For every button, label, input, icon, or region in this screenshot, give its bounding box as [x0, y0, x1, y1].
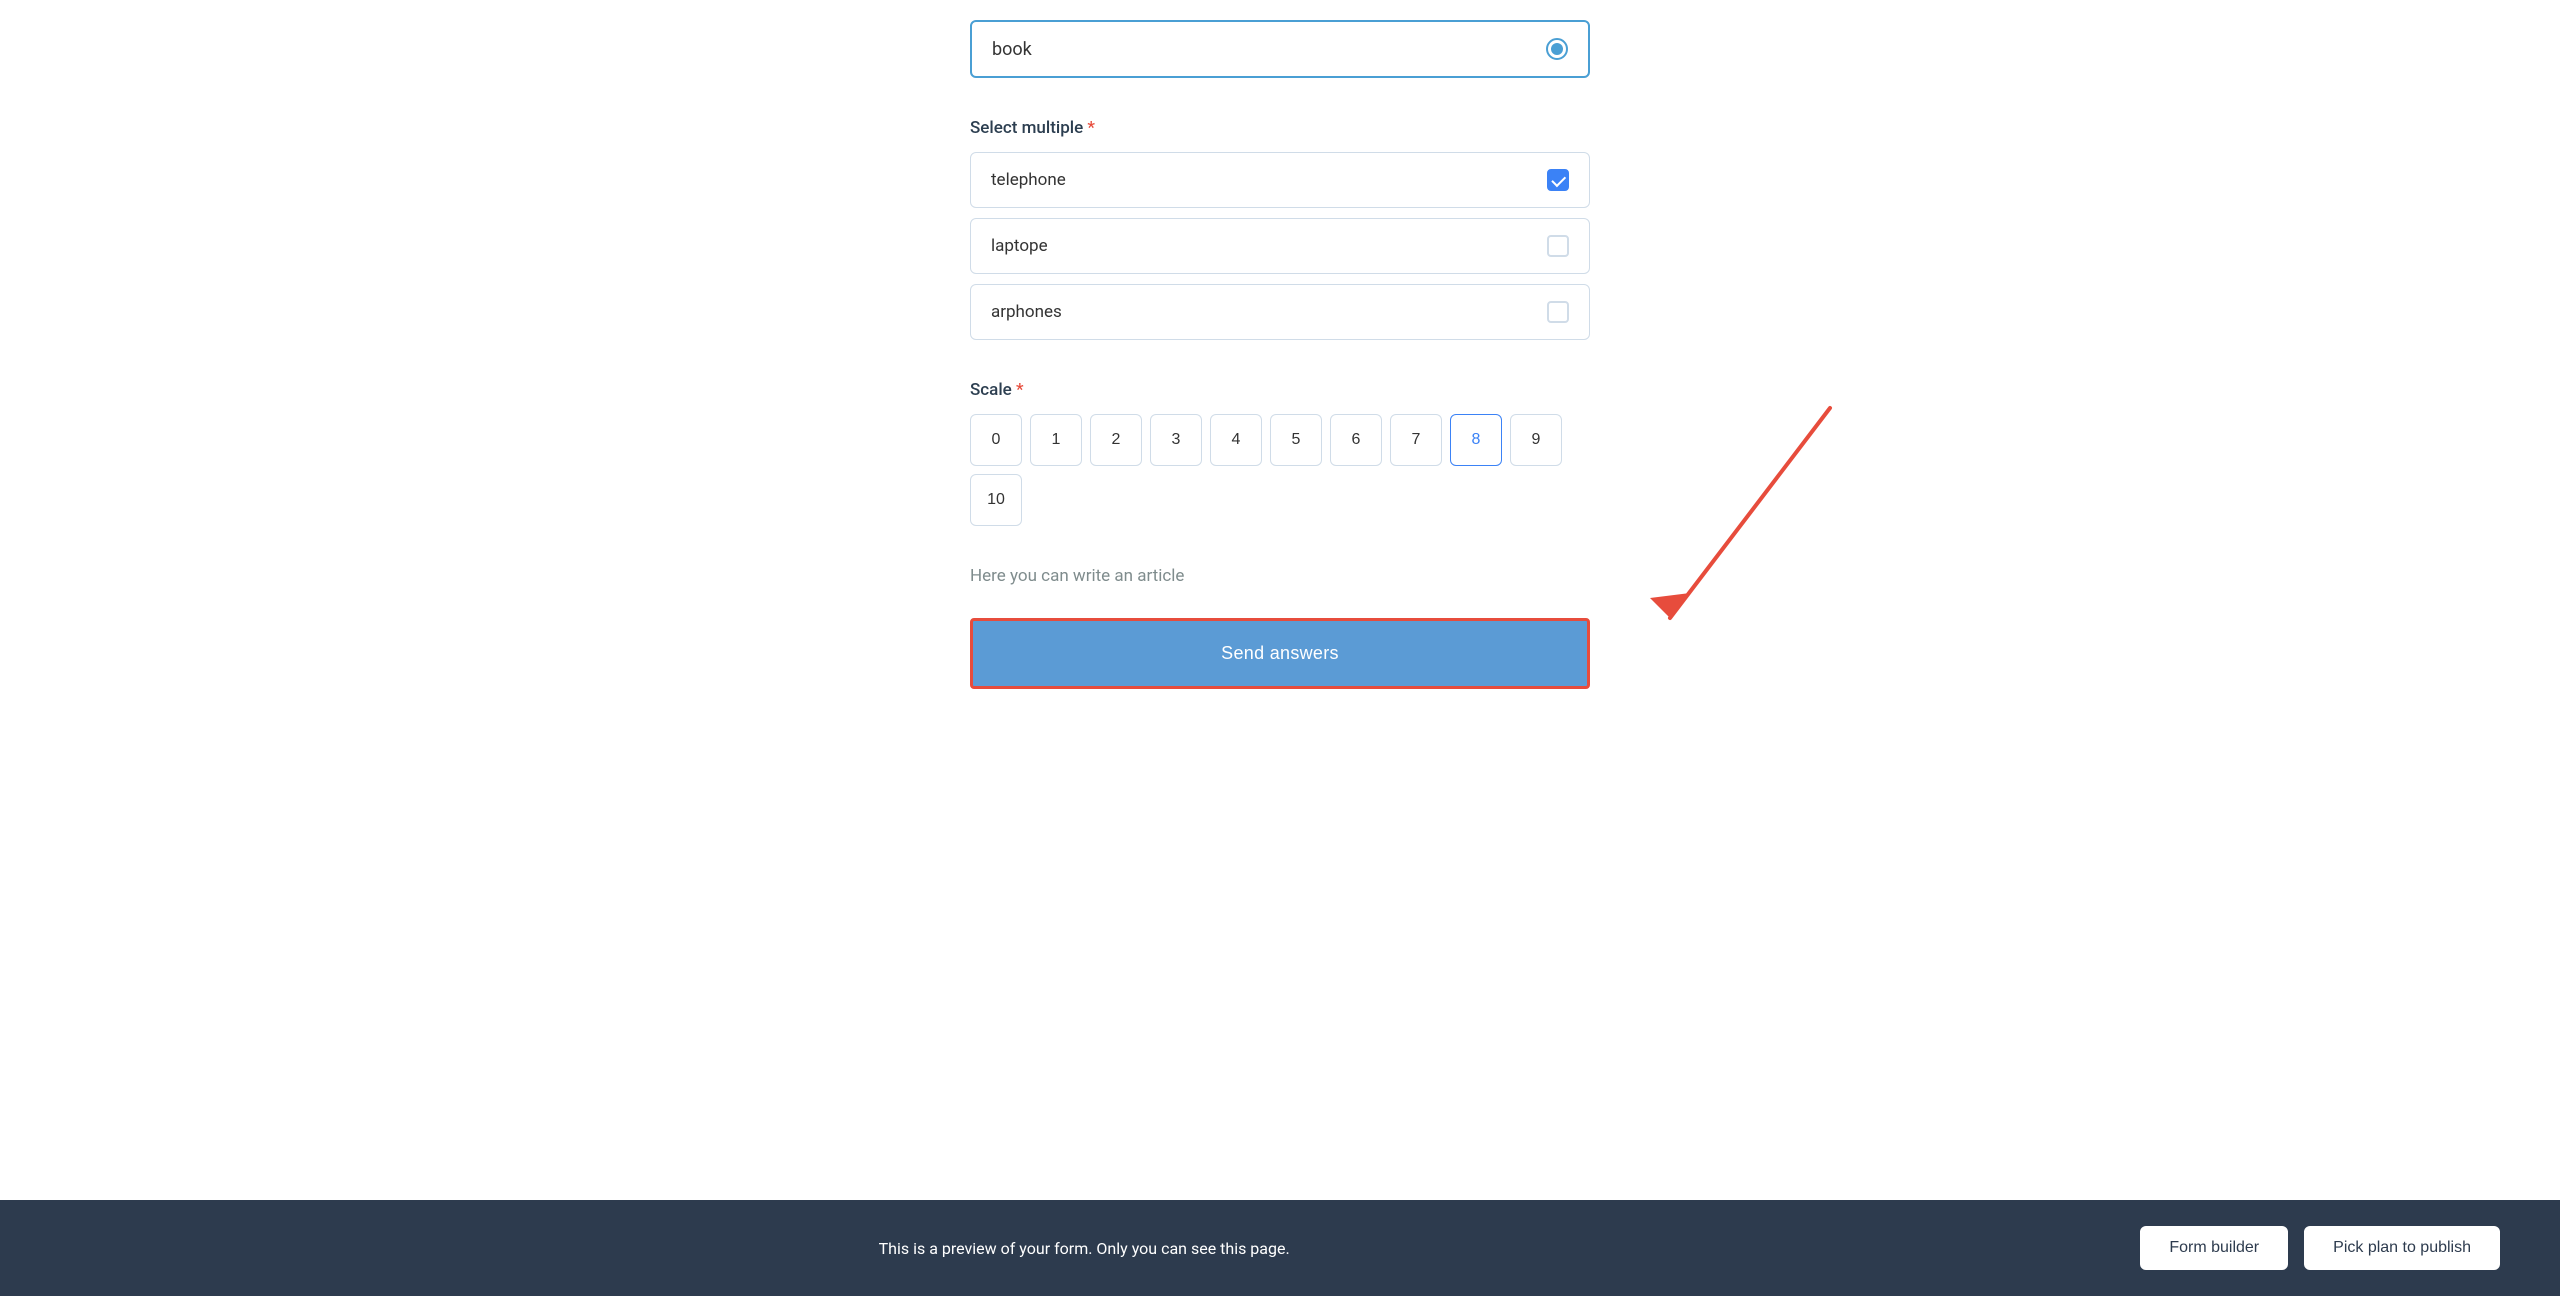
checkbox-option-arphones[interactable]: arphones [970, 284, 1590, 340]
article-placeholder: Here you can write an article [970, 566, 1590, 586]
footer-actions: Form builder Pick plan to publish [2140, 1226, 2500, 1270]
arrow-annotation [1590, 398, 1870, 658]
checkbox-telephone[interactable] [1547, 169, 1569, 191]
select-multiple-section: Select multiple * telephone laptope arph… [970, 118, 1590, 340]
scale-required-star: * [1012, 380, 1024, 400]
form-builder-button[interactable]: Form builder [2140, 1226, 2288, 1270]
checkbox-option-laptope[interactable]: laptope [970, 218, 1590, 274]
footer-bar: This is a preview of your form. Only you… [0, 1200, 2560, 1296]
checkbox-label-telephone: telephone [991, 170, 1066, 190]
book-input-value: book [992, 39, 1032, 60]
checkbox-laptope[interactable] [1547, 235, 1569, 257]
book-input-wrapper: book [970, 20, 1590, 78]
scale-btn-10[interactable]: 10 [970, 474, 1022, 526]
article-section: Here you can write an article [970, 566, 1590, 586]
scale-buttons-group: 0 1 2 3 4 5 6 7 8 9 10 [970, 414, 1590, 526]
checkbox-label-arphones: arphones [991, 302, 1062, 322]
scale-btn-4[interactable]: 4 [1210, 414, 1262, 466]
scale-btn-7[interactable]: 7 [1390, 414, 1442, 466]
pick-plan-button[interactable]: Pick plan to publish [2304, 1226, 2500, 1270]
radio-circle [1546, 38, 1568, 60]
scale-btn-1[interactable]: 1 [1030, 414, 1082, 466]
scale-section: Scale * 0 1 2 3 4 5 6 7 8 9 10 [970, 380, 1590, 526]
scale-btn-5[interactable]: 5 [1270, 414, 1322, 466]
send-answers-wrapper: Send answers [970, 618, 1590, 689]
book-input[interactable]: book [970, 20, 1590, 78]
scale-btn-2[interactable]: 2 [1090, 414, 1142, 466]
footer-preview-text: This is a preview of your form. Only you… [60, 1239, 2108, 1258]
checkbox-label-laptope: laptope [991, 236, 1048, 256]
scale-btn-0[interactable]: 0 [970, 414, 1022, 466]
scale-btn-8[interactable]: 8 [1450, 414, 1502, 466]
scale-btn-9[interactable]: 9 [1510, 414, 1562, 466]
send-answers-button[interactable]: Send answers [970, 618, 1590, 689]
required-star: * [1083, 118, 1095, 138]
radio-circle-inner [1551, 43, 1563, 55]
select-multiple-label: Select multiple * [970, 118, 1590, 138]
checkbox-option-telephone[interactable]: telephone [970, 152, 1590, 208]
scale-btn-6[interactable]: 6 [1330, 414, 1382, 466]
scale-label: Scale * [970, 380, 1590, 400]
scale-btn-3[interactable]: 3 [1150, 414, 1202, 466]
checkbox-arphones[interactable] [1547, 301, 1569, 323]
